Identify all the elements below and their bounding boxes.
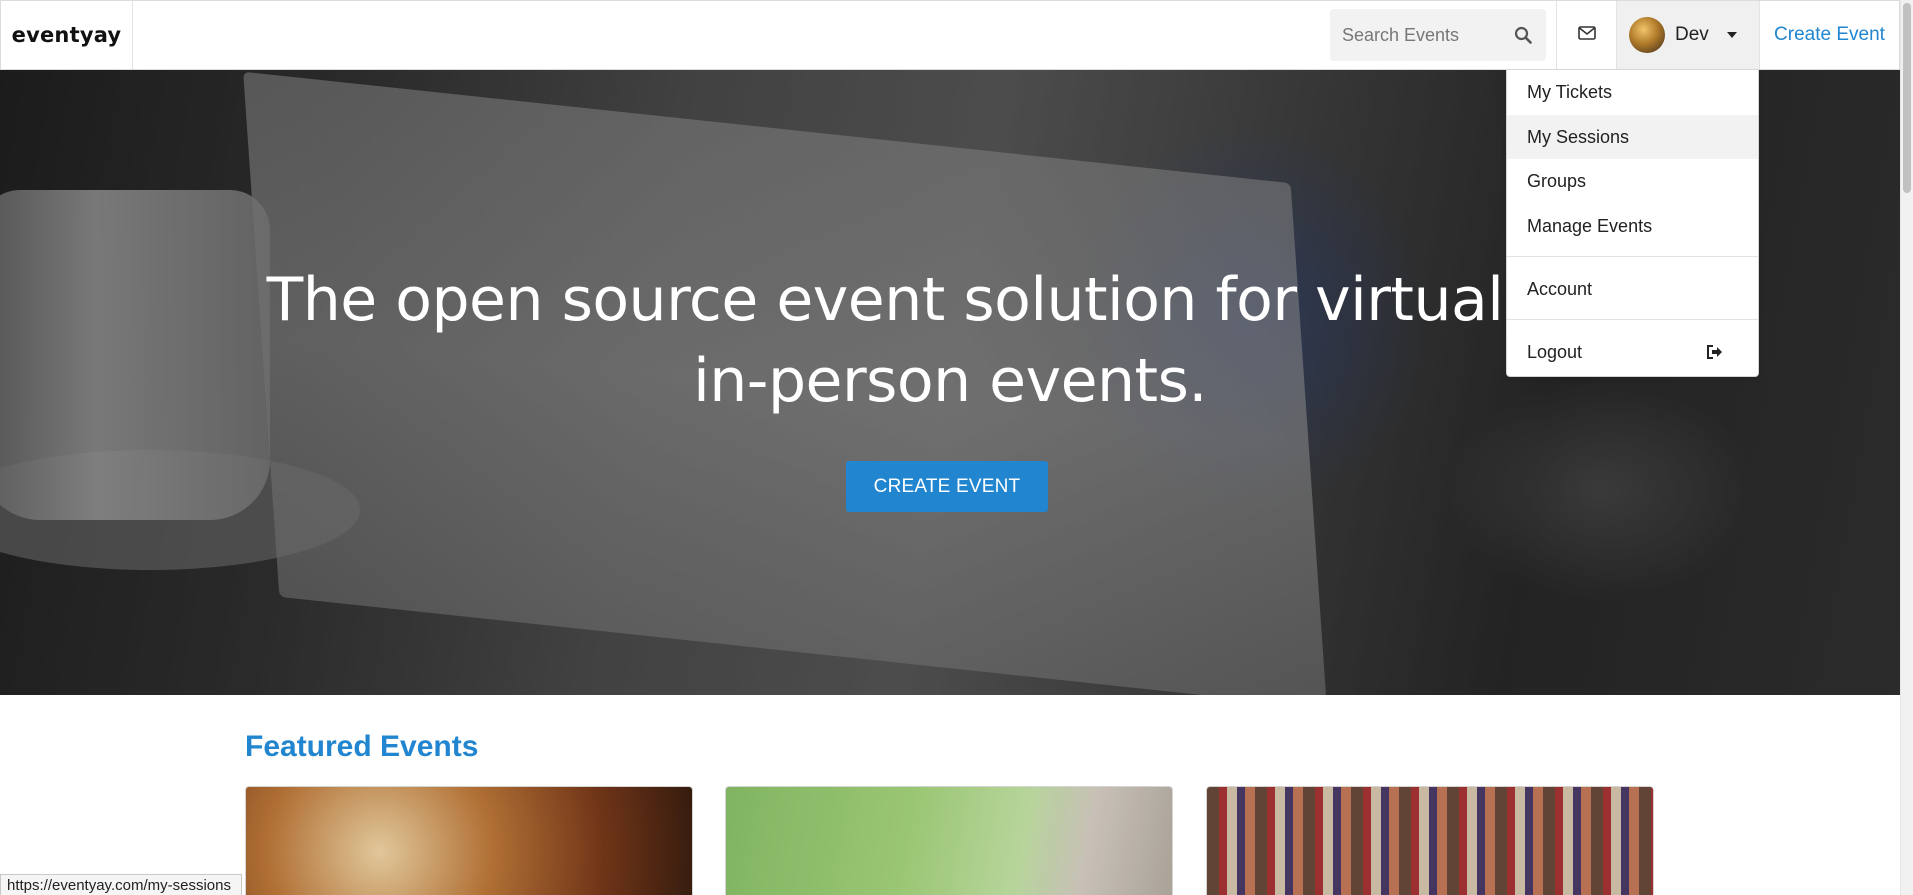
search-container xyxy=(1320,1,1556,69)
menu-item-label: My Sessions xyxy=(1527,126,1630,147)
menu-item-my-sessions[interactable]: My Sessions xyxy=(1507,115,1758,159)
menu-item-groups[interactable]: Groups xyxy=(1507,159,1758,203)
card-image xyxy=(726,787,1172,895)
navbar-spacer xyxy=(133,1,1320,69)
caret-down-icon xyxy=(1726,32,1737,38)
search-icon[interactable] xyxy=(1512,24,1534,46)
menu-item-account[interactable]: Account xyxy=(1507,267,1758,311)
search-box xyxy=(1330,9,1546,61)
status-bar-url: https://eventyay.com/my-sessions xyxy=(0,874,242,895)
card-image xyxy=(1207,787,1653,895)
user-dropdown-menu: My Tickets My Sessions Groups Manage Eve… xyxy=(1506,70,1759,377)
create-event-link[interactable]: Create Event xyxy=(1774,24,1885,46)
top-navbar: eventyay Dev Create Event xyxy=(0,0,1900,70)
featured-event-card[interactable] xyxy=(1206,786,1654,895)
menu-item-label: Account xyxy=(1527,278,1593,299)
create-event-cell: Create Event xyxy=(1759,1,1899,69)
user-menu-toggle[interactable]: Dev xyxy=(1616,1,1759,69)
inbox-button[interactable] xyxy=(1556,1,1616,69)
page-scrollbar[interactable] xyxy=(1900,0,1913,895)
mail-icon xyxy=(1577,25,1596,45)
menu-item-label: Logout xyxy=(1527,341,1583,362)
user-name: Dev xyxy=(1675,24,1709,45)
menu-item-my-tickets[interactable]: My Tickets xyxy=(1507,70,1758,114)
menu-item-manage-events[interactable]: Manage Events xyxy=(1507,204,1758,248)
featured-event-card[interactable] xyxy=(245,786,693,895)
menu-divider xyxy=(1507,256,1758,257)
menu-item-label: My Tickets xyxy=(1527,81,1613,102)
featured-event-card[interactable] xyxy=(725,786,1173,895)
scrollbar-thumb[interactable] xyxy=(1903,3,1911,193)
menu-item-label: Manage Events xyxy=(1527,215,1653,236)
logout-icon xyxy=(1706,344,1724,360)
avatar xyxy=(1629,17,1665,53)
create-event-button[interactable]: CREATE EVENT xyxy=(846,461,1048,512)
menu-item-label: Groups xyxy=(1527,170,1587,191)
menu-divider xyxy=(1507,319,1758,320)
menu-item-logout[interactable]: Logout xyxy=(1507,330,1758,374)
hero-title: The open source event solution for virtu… xyxy=(266,265,1634,416)
brand-logo[interactable]: eventyay xyxy=(1,1,133,69)
card-image xyxy=(246,787,692,895)
search-input[interactable] xyxy=(1342,24,1512,46)
featured-events-heading: Featured Events xyxy=(245,730,479,763)
